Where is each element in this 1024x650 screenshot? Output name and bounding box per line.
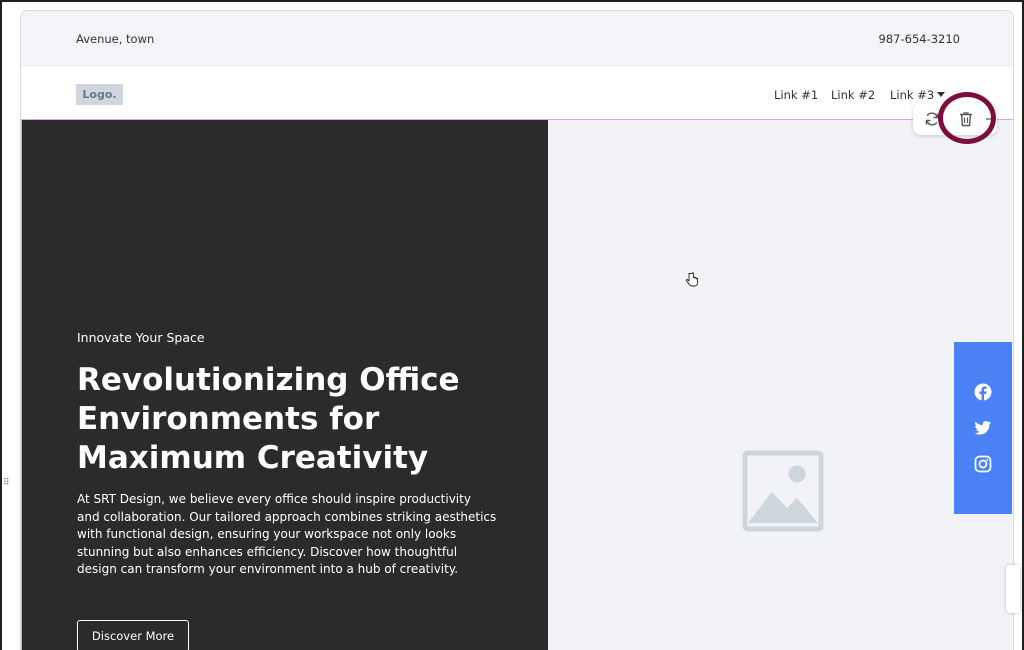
- rotate-icon[interactable]: [923, 110, 941, 128]
- hero-text-panel: Innovate Your Space Revolutionizing Offi…: [22, 120, 548, 650]
- facebook-icon[interactable]: [974, 383, 992, 401]
- page-canvas: Avenue, town 987-654-3210 Logo. Link #1 …: [20, 10, 1014, 650]
- hero-image-panel[interactable]: [548, 120, 1013, 650]
- nav-link-1[interactable]: Link #1: [774, 88, 818, 102]
- social-sidebar: [954, 342, 1012, 514]
- logo[interactable]: Logo.: [76, 84, 123, 105]
- drag-handle-icon[interactable]: ⠿: [3, 479, 10, 488]
- chevron-down-icon[interactable]: [937, 92, 945, 97]
- hero-body-text: At SRT Design, we believe every office s…: [77, 492, 497, 576]
- scroll-handle[interactable]: [1006, 565, 1020, 613]
- trash-icon[interactable]: [957, 110, 975, 128]
- phone-text: 987-654-3210: [878, 32, 960, 46]
- nav-link-2[interactable]: Link #2: [831, 88, 875, 102]
- instagram-icon[interactable]: [974, 455, 992, 473]
- hero-section[interactable]: Innovate Your Space Revolutionizing Offi…: [21, 119, 1013, 650]
- image-placeholder-icon: [742, 450, 824, 532]
- top-info-bar: Avenue, town 987-654-3210: [21, 11, 1013, 67]
- toolbar-separator: [986, 118, 993, 120]
- nav-link-3[interactable]: Link #3: [890, 88, 934, 102]
- hand-cursor-icon: [685, 272, 698, 287]
- main-navbar: Logo. Link #1 Link #2 Link #3: [21, 67, 1013, 119]
- hero-headline: Revolutionizing Office Environments for …: [77, 362, 460, 476]
- hero-eyebrow: Innovate Your Space: [77, 330, 205, 345]
- twitter-icon[interactable]: [974, 419, 992, 437]
- address-text: Avenue, town: [76, 32, 155, 46]
- element-toolbar: [913, 103, 997, 135]
- discover-more-button[interactable]: Discover More: [77, 620, 189, 650]
